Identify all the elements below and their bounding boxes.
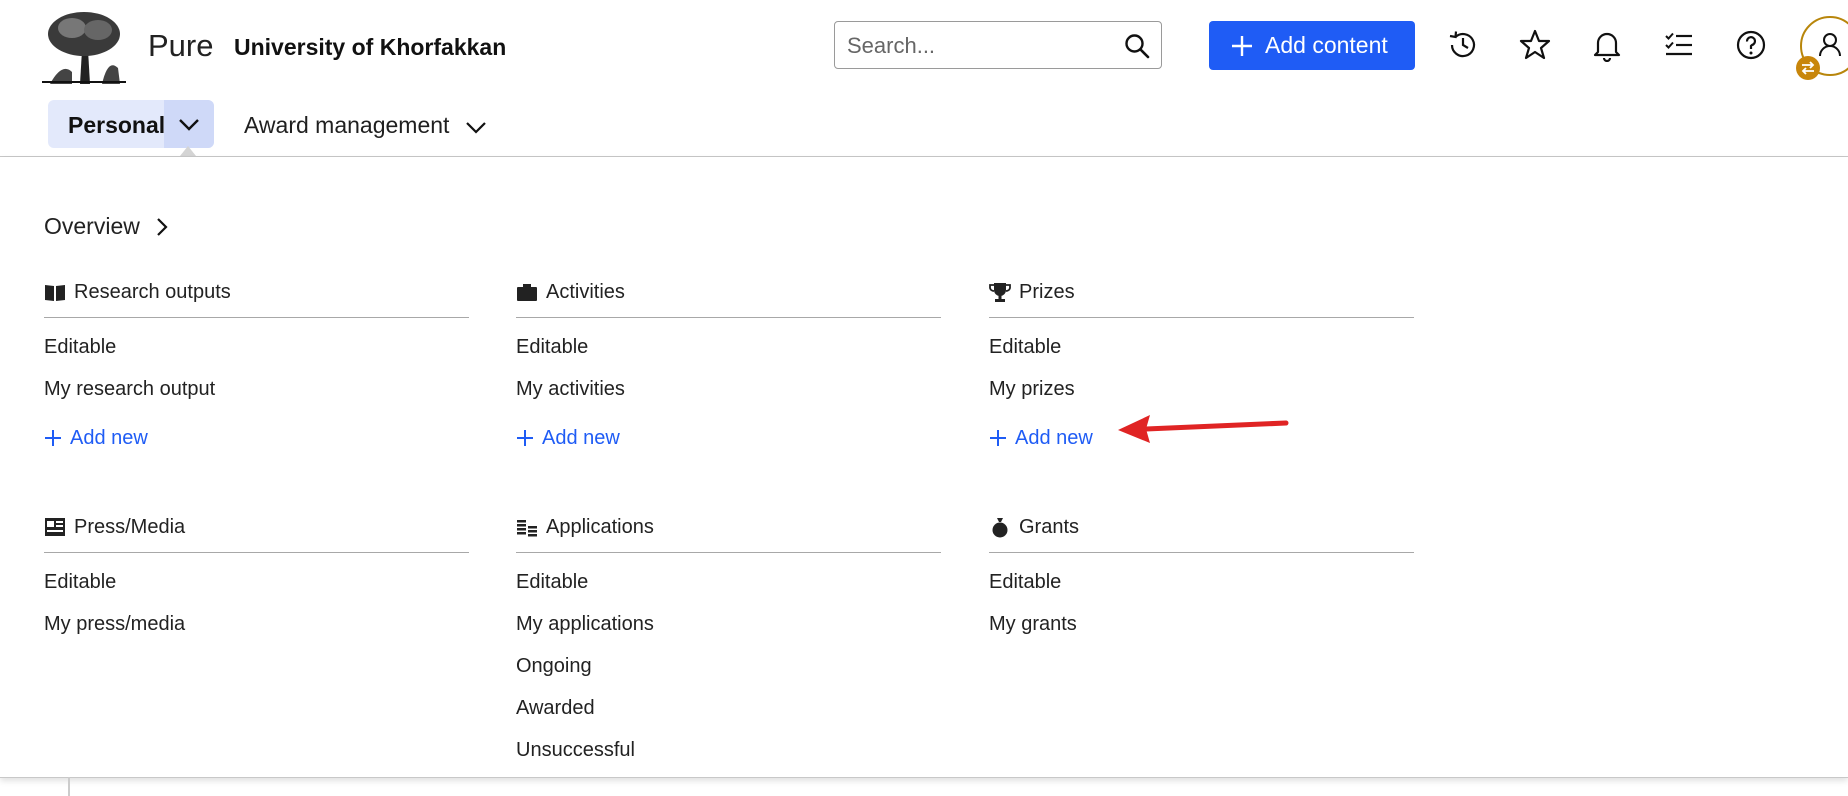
trophy-icon bbox=[989, 283, 1011, 302]
menu-item-my-applications[interactable]: My applications bbox=[516, 611, 941, 653]
menu-item-my-press-media[interactable]: My press/media bbox=[44, 611, 469, 653]
section-title: Press/Media bbox=[74, 515, 186, 538]
plus-icon bbox=[45, 430, 61, 446]
tab-personal-chevron[interactable] bbox=[164, 100, 214, 148]
section-title: Research outputs bbox=[74, 280, 231, 303]
help-icon[interactable] bbox=[1734, 28, 1768, 62]
divider bbox=[516, 552, 941, 553]
menu-item-ongoing[interactable]: Ongoing bbox=[516, 653, 941, 695]
section-title: Applications bbox=[546, 515, 654, 538]
tab-award-management-label: Award management bbox=[244, 112, 450, 138]
plus-icon bbox=[1232, 35, 1252, 56]
section-press-media: Press/Media Editable My press/media bbox=[44, 510, 469, 653]
user-avatar[interactable] bbox=[1796, 16, 1848, 80]
organization-name: University of Khorfakkan bbox=[234, 34, 507, 60]
dropdown-caret bbox=[180, 146, 196, 156]
menu-item-editable[interactable]: Editable bbox=[516, 569, 941, 611]
history-icon[interactable] bbox=[1446, 28, 1480, 62]
section-grants: Grants Editable My grants bbox=[989, 510, 1414, 653]
add-new-activity-link[interactable]: Add new bbox=[516, 418, 941, 458]
add-new-label: Add new bbox=[542, 426, 620, 449]
divider bbox=[989, 317, 1414, 318]
menu-item-my-activities[interactable]: My activities bbox=[516, 376, 941, 418]
search-input[interactable] bbox=[845, 28, 1111, 64]
add-new-label: Add new bbox=[1015, 426, 1093, 449]
menu-item-unsuccessful[interactable]: Unsuccessful bbox=[516, 737, 941, 779]
chevron-right-icon bbox=[157, 217, 168, 236]
chevron-down-icon bbox=[179, 119, 199, 131]
divider bbox=[516, 317, 941, 318]
book-icon bbox=[45, 285, 65, 301]
switch-user-icon[interactable] bbox=[1796, 56, 1820, 80]
briefcase-icon bbox=[517, 284, 537, 301]
checklist-icon[interactable] bbox=[1662, 28, 1696, 62]
app-brand: Pure bbox=[148, 28, 214, 63]
star-icon[interactable] bbox=[1518, 28, 1552, 62]
add-new-research-output-link[interactable]: Add new bbox=[44, 418, 469, 458]
menu-item-editable[interactable]: Editable bbox=[989, 334, 1414, 376]
chevron-down-icon bbox=[466, 122, 486, 134]
section-title: Grants bbox=[1019, 515, 1080, 538]
plus-icon bbox=[990, 430, 1006, 446]
section-research-outputs: Research outputs Editable My research ou… bbox=[44, 275, 469, 458]
tab-personal[interactable]: Personal bbox=[48, 100, 214, 148]
add-content-label: Add content bbox=[1265, 32, 1388, 58]
bell-icon[interactable] bbox=[1590, 28, 1624, 62]
coins-icon bbox=[517, 520, 537, 537]
tab-award-management[interactable]: Award management bbox=[244, 112, 488, 139]
top-header: Pure University of Khorfakkan Add conten… bbox=[0, 0, 1848, 157]
menu-item-editable[interactable]: Editable bbox=[516, 334, 941, 376]
divider bbox=[44, 317, 469, 318]
money-bag-icon bbox=[992, 518, 1008, 538]
plus-icon bbox=[517, 430, 533, 446]
divider bbox=[989, 552, 1414, 553]
menu-item-editable[interactable]: Editable bbox=[44, 334, 469, 376]
section-activities: Activities Editable My activities Add ne… bbox=[516, 275, 941, 458]
menu-item-editable[interactable]: Editable bbox=[989, 569, 1414, 611]
section-applications: Applications Editable My applications On… bbox=[516, 510, 941, 779]
overview-label: Overview bbox=[44, 213, 140, 239]
menu-item-my-grants[interactable]: My grants bbox=[989, 611, 1414, 653]
elsevier-tree-logo[interactable] bbox=[42, 10, 126, 84]
divider bbox=[44, 552, 469, 553]
newspaper-icon bbox=[45, 518, 65, 536]
add-new-label: Add new bbox=[70, 426, 148, 449]
add-content-button[interactable]: Add content bbox=[1209, 21, 1415, 70]
overview-link[interactable]: Overview bbox=[44, 213, 170, 240]
section-title: Activities bbox=[546, 280, 625, 303]
tab-personal-label: Personal bbox=[68, 112, 166, 138]
search-box bbox=[834, 21, 1162, 69]
personal-dropdown-panel: Overview Research outputs Editable My re… bbox=[0, 157, 1848, 778]
menu-item-awarded[interactable]: Awarded bbox=[516, 695, 941, 737]
search-icon[interactable] bbox=[1123, 32, 1151, 60]
menu-item-my-research-output[interactable]: My research output bbox=[44, 376, 469, 418]
menu-item-editable[interactable]: Editable bbox=[44, 569, 469, 611]
page-edge-line bbox=[68, 777, 70, 796]
section-title: Prizes bbox=[1019, 280, 1075, 303]
annotation-arrow bbox=[1118, 415, 1289, 443]
